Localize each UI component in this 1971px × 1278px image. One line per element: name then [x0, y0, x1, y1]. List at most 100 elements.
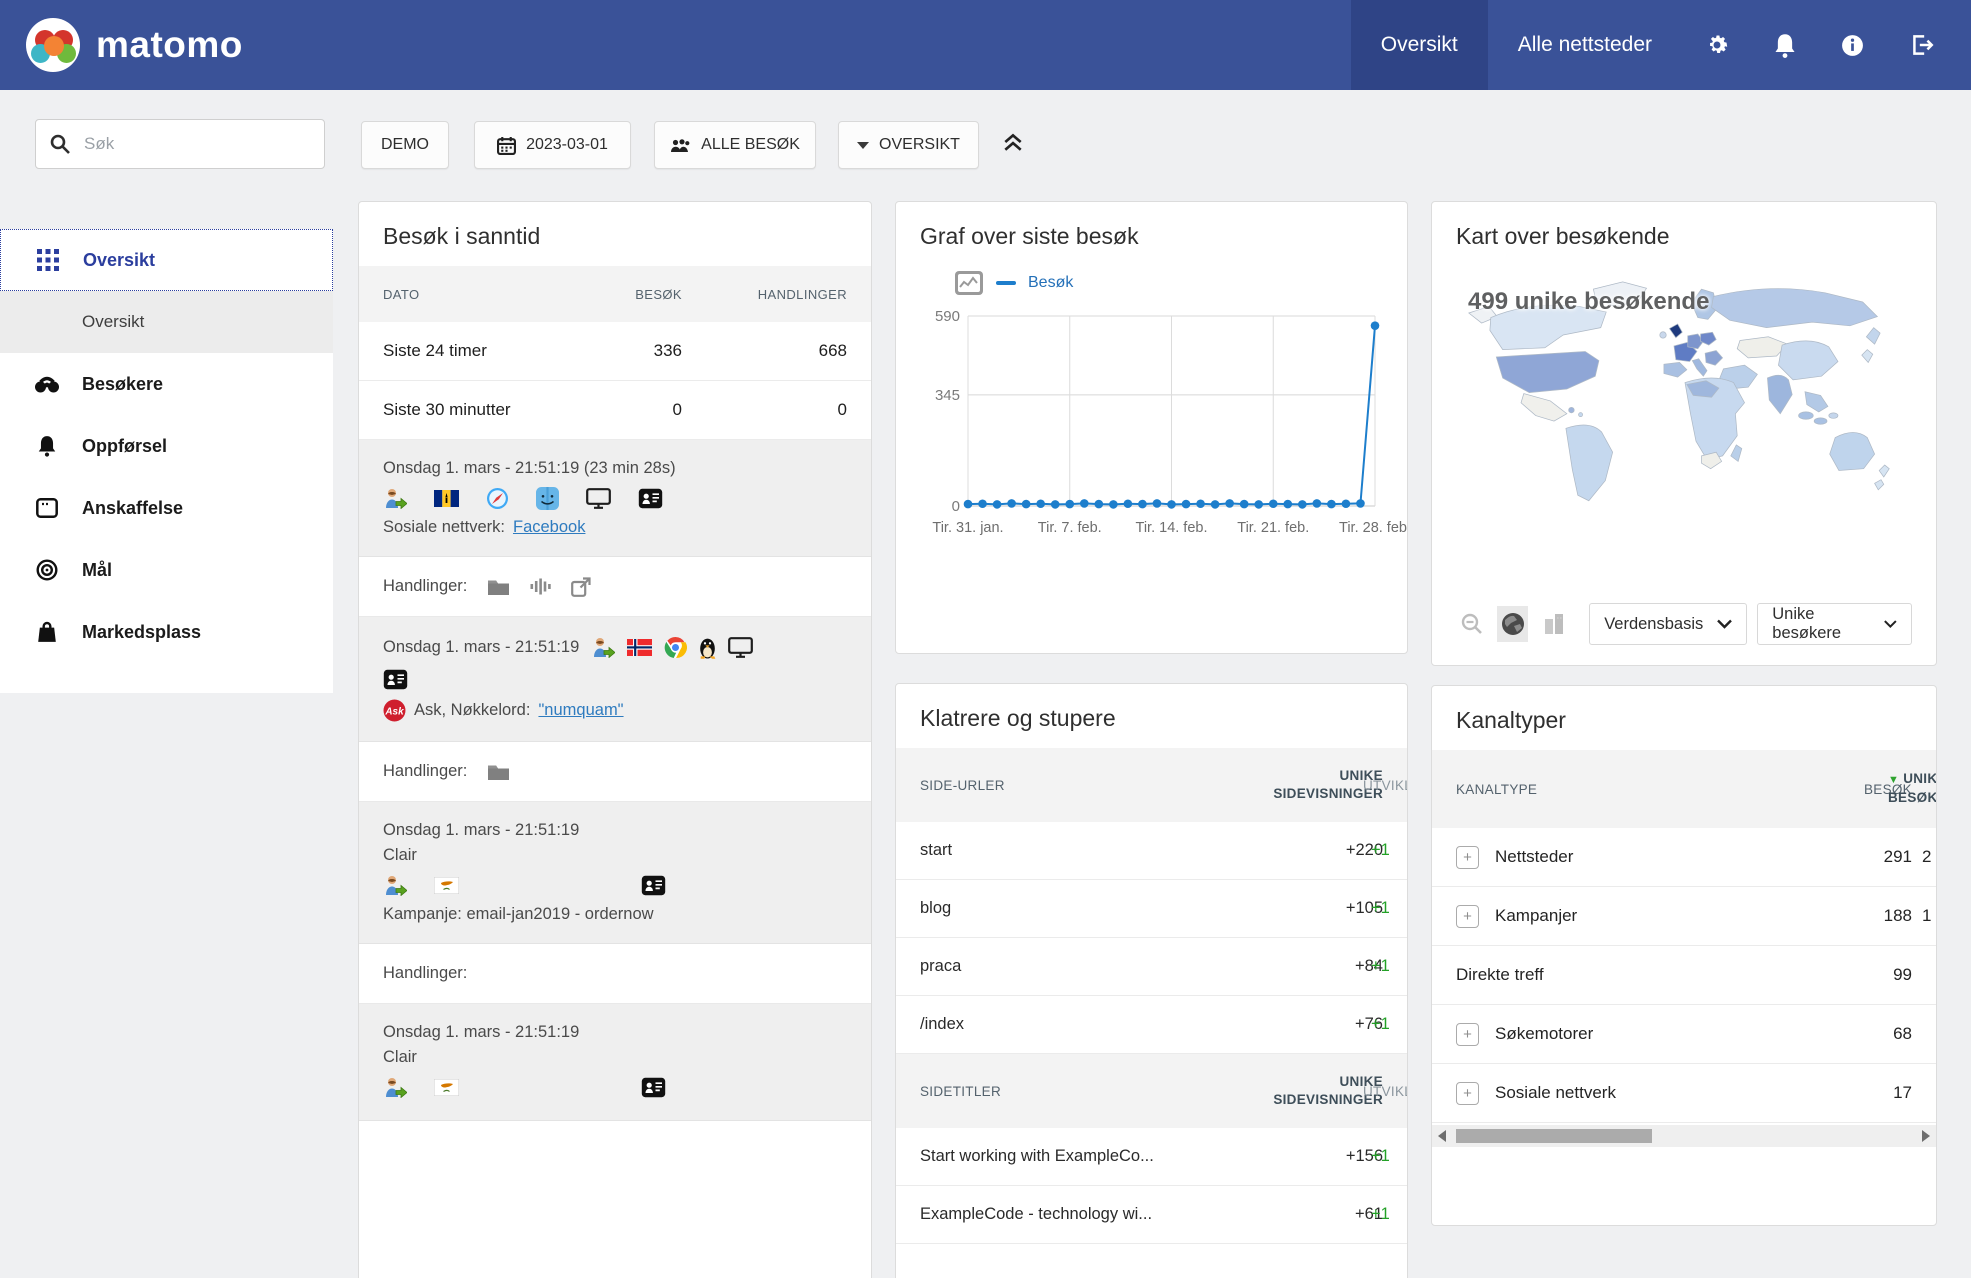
sort-desc-icon[interactable]: ▼ [1888, 774, 1899, 786]
outlink-icon[interactable] [571, 577, 591, 597]
data-point[interactable] [1080, 499, 1089, 508]
expand-plus-icon[interactable]: + [1456, 1023, 1479, 1046]
summary-label: Siste 30 minutter [383, 400, 567, 420]
data-point[interactable] [1167, 500, 1176, 509]
climbers-row[interactable]: praca+84+1 [896, 938, 1407, 996]
legend-label[interactable]: Besøk [1028, 274, 1073, 292]
climbers-row[interactable]: Start working with ExampleCo...+156+1 [896, 1128, 1407, 1186]
channel-name: Kampanjer [1495, 906, 1577, 926]
data-point[interactable] [1182, 500, 1191, 509]
channel-row[interactable]: +Sosiale nettverk17 [1432, 1064, 1936, 1123]
brand[interactable]: matomo [0, 18, 243, 72]
search-input[interactable] [82, 133, 286, 155]
flag-norway-icon [627, 639, 652, 656]
view-selector-button[interactable]: OVERSIKT [838, 121, 979, 169]
data-point[interactable] [1124, 499, 1133, 508]
nav-tab-oversikt[interactable]: Oversikt [1351, 0, 1488, 90]
nav-tab-alle-nettsteder[interactable]: Alle nettsteder [1488, 0, 1682, 90]
view-label: OVERSIKT [879, 136, 960, 154]
channel-row[interactable]: Direkte treff99 [1432, 946, 1936, 1005]
data-point[interactable] [1298, 500, 1307, 509]
chevron-down-icon [1717, 619, 1732, 629]
pageviews-icon[interactable] [530, 578, 551, 595]
data-point[interactable] [1313, 499, 1322, 508]
data-point[interactable] [1109, 500, 1118, 509]
data-point[interactable] [1240, 500, 1249, 509]
channel-row[interactable]: +Søkemotorer68 [1432, 1005, 1936, 1064]
site-selector-button[interactable]: DEMO [361, 121, 449, 169]
data-point[interactable] [1254, 500, 1263, 509]
expand-plus-icon[interactable]: + [1456, 905, 1479, 928]
horizontal-scrollbar[interactable] [1432, 1125, 1936, 1147]
search-icon [50, 134, 70, 154]
sidebar-item-oversikt[interactable]: Oversikt [0, 229, 333, 291]
data-point[interactable] [1153, 499, 1162, 508]
data-point[interactable] [1356, 499, 1365, 508]
data-point[interactable] [1138, 500, 1147, 509]
data-point[interactable] [1196, 499, 1205, 508]
data-point[interactable] [1342, 499, 1351, 508]
data-point[interactable] [1269, 499, 1278, 508]
actions-label: Handlinger: [383, 577, 467, 596]
climbers-row[interactable]: blog+105+1 [896, 880, 1407, 938]
signout-icon[interactable] [1887, 32, 1957, 58]
data-point[interactable] [1036, 499, 1045, 508]
widget-besok-i-sanntid: Besøk i sanntid DATO BESØK HANDLINGER Si… [358, 201, 872, 1278]
globe-view-icon[interactable] [1497, 606, 1528, 642]
data-point[interactable] [1211, 500, 1220, 509]
map-metric-select[interactable]: Unike besøkere [1757, 603, 1912, 645]
folder-icon[interactable] [487, 578, 510, 596]
climbers-row[interactable]: /index+76+1 [896, 996, 1407, 1054]
date-selector-button[interactable]: 2023-03-01 [474, 121, 631, 169]
data-point[interactable] [1095, 500, 1104, 509]
data-point[interactable] [1327, 500, 1336, 509]
profile-card-icon [638, 488, 663, 509]
folder-icon[interactable] [487, 763, 510, 781]
data-point[interactable] [1022, 500, 1031, 509]
info-icon[interactable] [1818, 33, 1887, 58]
channel-row[interactable]: +Kampanjer1881 [1432, 887, 1936, 946]
data-point[interactable] [964, 500, 973, 509]
col-kanaltype: KANALTYPE [1456, 782, 1812, 797]
scroll-left-icon[interactable] [1438, 1130, 1446, 1142]
channel-label: +Nettsteder [1456, 846, 1812, 869]
referrer-link[interactable]: Facebook [513, 518, 585, 537]
expand-plus-icon[interactable]: + [1456, 846, 1479, 869]
export-image-icon[interactable] [954, 270, 984, 296]
gear-icon[interactable] [1682, 32, 1752, 58]
world-map[interactable]: 499 unike besøkende [1432, 266, 1936, 603]
sidebar-subitem-oversikt[interactable]: Oversikt [0, 291, 333, 353]
row-delta: +1 [1371, 841, 1390, 860]
bell-icon[interactable] [1752, 33, 1818, 58]
sidebar-item-besokere[interactable]: Besøkere [0, 353, 333, 415]
data-point[interactable] [978, 499, 987, 508]
climbers-row[interactable]: ExampleCode - technology wi...+61+1 [896, 1186, 1407, 1244]
data-point[interactable] [1283, 500, 1292, 509]
segment-selector-button[interactable]: ALLE BESØK [654, 121, 816, 169]
visitor-name: Clair [383, 1048, 847, 1067]
expand-plus-icon[interactable]: + [1456, 1082, 1479, 1105]
sidebar-item-mal[interactable]: Mål [0, 539, 333, 601]
actions-label: Handlinger: [383, 964, 467, 983]
data-point[interactable] [1065, 500, 1074, 509]
climbers-row[interactable]: start+220+1 [896, 822, 1407, 880]
referrer-link[interactable]: "numquam" [538, 701, 623, 720]
scrollbar-thumb[interactable] [1456, 1129, 1652, 1143]
data-point[interactable] [1371, 321, 1380, 330]
search-box[interactable] [35, 119, 325, 169]
ask-icon: Ask [383, 699, 406, 722]
city-view-icon[interactable] [1538, 606, 1569, 642]
channel-row[interactable]: +Nettsteder2912 [1432, 828, 1936, 887]
scroll-right-icon[interactable] [1922, 1130, 1930, 1142]
sidebar-item-anskaffelse[interactable]: Anskaffelse [0, 477, 333, 539]
data-point[interactable] [993, 500, 1002, 509]
map-region-select[interactable]: Verdensbasis [1589, 603, 1747, 645]
data-point[interactable] [1051, 500, 1060, 509]
summary-row-30min: Siste 30 minutter 0 0 [359, 381, 871, 440]
data-point[interactable] [1007, 499, 1016, 508]
collapse-chevrons-icon[interactable] [1002, 132, 1024, 157]
zoom-out-icon[interactable] [1456, 606, 1487, 642]
sidebar-item-oppforsel[interactable]: Oppførsel [0, 415, 333, 477]
sidebar-item-markedsplass[interactable]: Markedsplass [0, 601, 333, 663]
data-point[interactable] [1225, 499, 1234, 508]
